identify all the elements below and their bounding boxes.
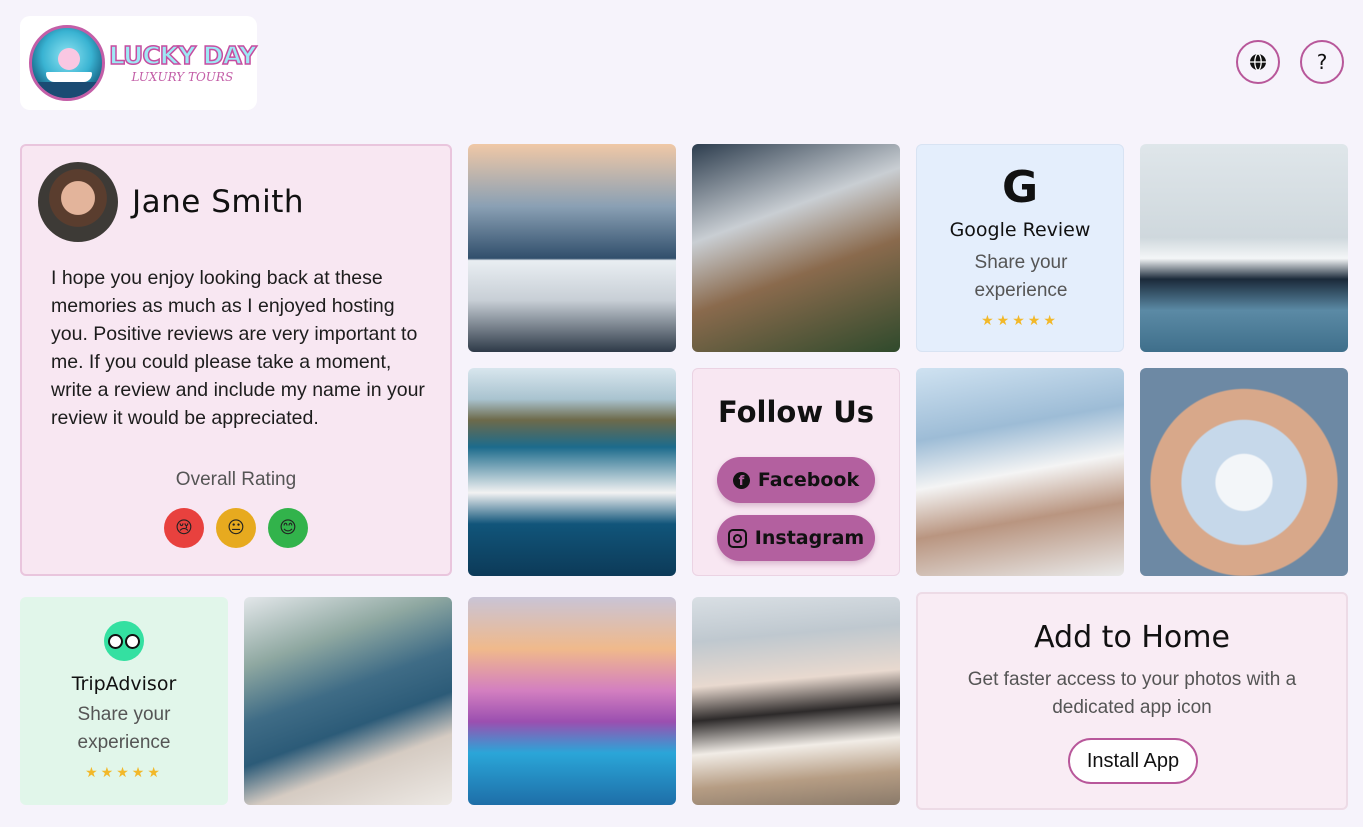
google-review-card[interactable]: G Google Review Share your experience ★★… <box>916 144 1124 352</box>
gallery-photo[interactable] <box>1140 368 1348 576</box>
sad-face-icon: 😢 <box>175 518 193 538</box>
google-review-subtitle: Share your experience <box>974 252 1068 301</box>
logo-text: LUCKY DAY LUXURY TOURS <box>108 41 257 84</box>
facebook-label: Facebook <box>757 469 860 491</box>
rating-label: Overall Rating <box>175 469 297 490</box>
install-app-button[interactable]: Install App <box>1068 738 1198 784</box>
google-icon: G <box>1001 162 1039 213</box>
facebook-icon: f <box>732 471 750 489</box>
logo-badge-image <box>29 25 105 101</box>
add-to-home-card: Add to Home Get faster access to your ph… <box>916 592 1348 810</box>
star-rating-icon: ★★★★★ <box>981 313 1059 329</box>
tripadvisor-card[interactable]: TripAdvisor Share your experience ★★★★★ <box>20 597 228 805</box>
gallery-photo[interactable] <box>468 144 676 352</box>
happy-face-icon: 😊 <box>279 518 297 538</box>
tripadvisor-title: TripAdvisor <box>71 673 177 695</box>
gallery-photo[interactable] <box>692 597 900 805</box>
brand-logo: LUCKY DAY LUXURY TOURS <box>20 16 257 110</box>
rating-happy-button[interactable]: 😊 <box>268 508 308 548</box>
facebook-button[interactable]: f Facebook <box>717 457 875 503</box>
add-to-home-description: Get faster access to your photos with a … <box>967 669 1297 718</box>
instagram-label: Instagram <box>754 527 865 549</box>
instagram-button[interactable]: Instagram <box>717 515 875 561</box>
tripadvisor-subtitle: Share your experience <box>77 704 171 753</box>
logo-title: LUCKY DAY <box>108 41 257 71</box>
rating-neutral-button[interactable]: 😐 <box>216 508 256 548</box>
rating-sad-button[interactable]: 😢 <box>164 508 204 548</box>
neutral-face-icon: 😐 <box>227 518 245 538</box>
host-name: Jane Smith <box>132 184 305 220</box>
add-to-home-title: Add to Home <box>1034 620 1230 655</box>
host-message: I hope you enjoy looking back at these m… <box>51 267 425 429</box>
gallery-photo[interactable] <box>468 597 676 805</box>
follow-us-title: Follow Us <box>717 395 875 429</box>
star-rating-icon: ★★★★★ <box>85 765 163 781</box>
gallery-photo[interactable] <box>692 144 900 352</box>
host-card: Jane Smith I hope you enjoy looking back… <box>20 144 452 576</box>
help-button[interactable]: ? <box>1300 40 1344 84</box>
help-icon: ? <box>1316 50 1328 74</box>
rating-buttons: 😢 😐 😊 <box>164 508 308 548</box>
instagram-icon <box>727 528 747 548</box>
gallery-photo[interactable] <box>244 597 452 805</box>
gallery-photo[interactable] <box>916 368 1124 576</box>
tripadvisor-owl-icon <box>104 621 144 661</box>
gallery-photo[interactable] <box>1140 144 1348 352</box>
google-review-title: Google Review <box>949 219 1091 241</box>
avatar <box>38 162 118 242</box>
globe-icon <box>1250 53 1266 71</box>
follow-us-card: Follow Us f Facebook Instagram <box>692 368 900 576</box>
logo-subtitle: LUXURY TOURS <box>131 70 234 84</box>
gallery-photo[interactable] <box>468 368 676 576</box>
language-button[interactable] <box>1236 40 1280 84</box>
